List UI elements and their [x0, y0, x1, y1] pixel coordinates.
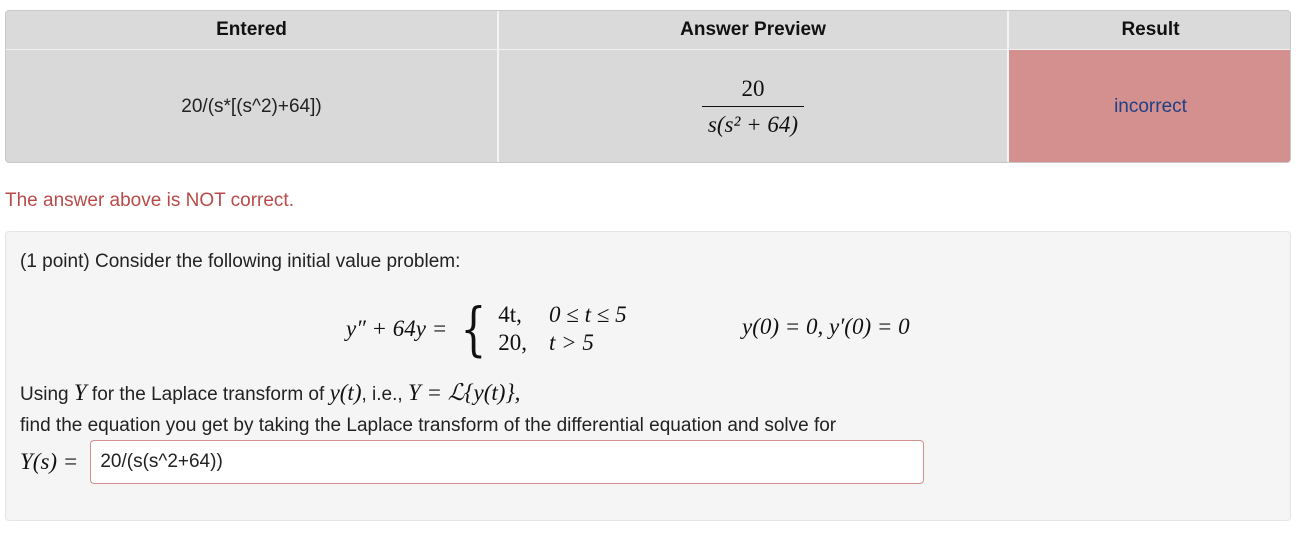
- header-result: Result: [1009, 11, 1290, 50]
- attempt-results-table: Entered Answer Preview Result 20/(s*[(s^…: [5, 10, 1291, 163]
- header-entered: Entered: [6, 11, 499, 50]
- case-condition: t > 5: [548, 330, 594, 355]
- result-status: incorrect: [1009, 50, 1290, 162]
- answer-preview: 20 s(s² + 64): [499, 50, 1009, 162]
- entered-value: 20/(s*[(s^2)+64]): [6, 50, 499, 162]
- preview-numerator: 20: [741, 75, 765, 101]
- ode-equation: y″ + 64y = { 4t, 0 ≤ t ≤ 5 20, t > 5: [346, 298, 627, 360]
- instruction-line-2: find the equation you get by taking the …: [20, 415, 837, 436]
- symbol-y-of-t: y(t): [329, 380, 362, 405]
- instruction-text: , i.e.,: [361, 384, 408, 405]
- case-condition: 0 ≤ t ≤ 5: [548, 302, 627, 327]
- symbol-Y: Y: [73, 380, 87, 405]
- answer-row: Y(s) =: [20, 440, 925, 484]
- instruction-line-1: Using Y for the Laplace transform of y(t…: [20, 380, 520, 406]
- ode-lhs: y″ + 64y =: [346, 316, 448, 341]
- left-brace-icon: {: [460, 295, 487, 363]
- header-answer-preview: Answer Preview: [499, 11, 1009, 50]
- answer-label: Y(s) =: [20, 449, 79, 474]
- preview-denominator: s(s² + 64): [701, 105, 805, 138]
- preview-fraction: 20 s(s² + 64): [701, 75, 805, 138]
- laplace-definition: Y = ℒ{y(t)},: [407, 380, 521, 405]
- piecewise-cases: 4t, 0 ≤ t ≤ 5 20, t > 5: [498, 302, 626, 356]
- instruction-text: for the Laplace transform of: [86, 384, 330, 405]
- answer-input[interactable]: [90, 440, 925, 484]
- instruction-text: Using: [20, 384, 74, 405]
- feedback-message: The answer above is NOT correct.: [5, 190, 294, 211]
- problem-intro: (1 point) Consider the following initial…: [20, 251, 461, 272]
- problem-panel: (1 point) Consider the following initial…: [5, 231, 1291, 521]
- initial-conditions: y(0) = 0, y′(0) = 0: [742, 314, 910, 339]
- case-value: 20,: [498, 330, 527, 355]
- case-value: 4t,: [498, 302, 522, 327]
